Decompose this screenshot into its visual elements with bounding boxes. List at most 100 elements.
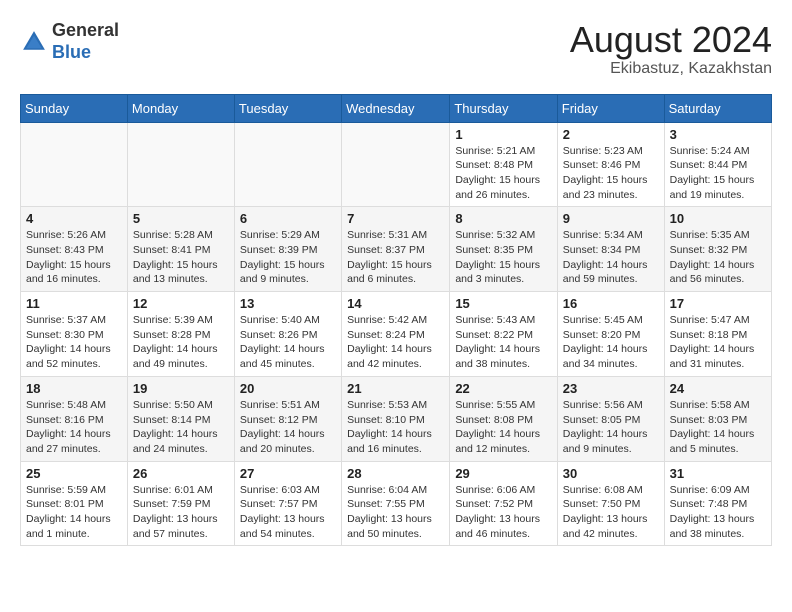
weekday-header: Thursday <box>450 94 557 122</box>
day-number: 15 <box>455 296 551 311</box>
cell-info: Sunrise: 6:01 AM Sunset: 7:59 PM Dayligh… <box>133 483 229 542</box>
logo-blue-text: Blue <box>52 42 91 62</box>
calendar-cell: 10 Sunrise: 5:35 AM Sunset: 8:32 PM Dayli… <box>664 207 771 292</box>
month-year: August 2024 <box>570 20 772 60</box>
calendar-cell: 26 Sunrise: 6:01 AM Sunset: 7:59 PM Dayli… <box>127 461 234 546</box>
calendar-cell <box>21 122 128 207</box>
cell-info: Sunrise: 5:34 AM Sunset: 8:34 PM Dayligh… <box>563 228 659 287</box>
cell-info: Sunrise: 5:29 AM Sunset: 8:39 PM Dayligh… <box>240 228 336 287</box>
day-number: 10 <box>670 211 766 226</box>
calendar-cell: 7 Sunrise: 5:31 AM Sunset: 8:37 PM Daylig… <box>342 207 450 292</box>
calendar-cell: 8 Sunrise: 5:32 AM Sunset: 8:35 PM Daylig… <box>450 207 557 292</box>
cell-info: Sunrise: 6:08 AM Sunset: 7:50 PM Dayligh… <box>563 483 659 542</box>
cell-info: Sunrise: 6:06 AM Sunset: 7:52 PM Dayligh… <box>455 483 551 542</box>
cell-info: Sunrise: 5:47 AM Sunset: 8:18 PM Dayligh… <box>670 313 766 372</box>
calendar-cell <box>234 122 341 207</box>
day-number: 9 <box>563 211 659 226</box>
calendar: SundayMondayTuesdayWednesdayThursdayFrid… <box>20 94 772 547</box>
calendar-cell: 30 Sunrise: 6:08 AM Sunset: 7:50 PM Dayli… <box>557 461 664 546</box>
cell-info: Sunrise: 5:28 AM Sunset: 8:41 PM Dayligh… <box>133 228 229 287</box>
calendar-cell: 3 Sunrise: 5:24 AM Sunset: 8:44 PM Daylig… <box>664 122 771 207</box>
cell-info: Sunrise: 5:48 AM Sunset: 8:16 PM Dayligh… <box>26 398 122 457</box>
day-number: 26 <box>133 466 229 481</box>
cell-info: Sunrise: 5:50 AM Sunset: 8:14 PM Dayligh… <box>133 398 229 457</box>
cell-info: Sunrise: 5:45 AM Sunset: 8:20 PM Dayligh… <box>563 313 659 372</box>
cell-info: Sunrise: 6:09 AM Sunset: 7:48 PM Dayligh… <box>670 483 766 542</box>
cell-info: Sunrise: 5:39 AM Sunset: 8:28 PM Dayligh… <box>133 313 229 372</box>
cell-info: Sunrise: 6:03 AM Sunset: 7:57 PM Dayligh… <box>240 483 336 542</box>
calendar-cell: 20Sunrise: 5:51 AM Sunset: 8:12 PM Dayli… <box>234 376 341 461</box>
cell-info: Sunrise: 5:51 AM Sunset: 8:12 PM Dayligh… <box>240 398 336 457</box>
calendar-cell: 25 Sunrise: 5:59 AM Sunset: 8:01 PM Dayli… <box>21 461 128 546</box>
day-number: 11 <box>26 296 122 311</box>
cell-info: Sunrise: 5:31 AM Sunset: 8:37 PM Dayligh… <box>347 228 444 287</box>
cell-info: Sunrise: 5:42 AM Sunset: 8:24 PM Dayligh… <box>347 313 444 372</box>
day-number: 28 <box>347 466 444 481</box>
day-number: 1 <box>455 127 551 142</box>
calendar-cell <box>342 122 450 207</box>
calendar-cell: 12 Sunrise: 5:39 AM Sunset: 8:28 PM Dayli… <box>127 292 234 377</box>
day-number: 2 <box>563 127 659 142</box>
calendar-week-row: 25 Sunrise: 5:59 AM Sunset: 8:01 PM Dayli… <box>21 461 772 546</box>
weekday-header: Tuesday <box>234 94 341 122</box>
cell-info: Sunrise: 5:59 AM Sunset: 8:01 PM Dayligh… <box>26 483 122 542</box>
weekday-header: Monday <box>127 94 234 122</box>
cell-info: Sunrise: 5:35 AM Sunset: 8:32 PM Dayligh… <box>670 228 766 287</box>
calendar-cell: 2 Sunrise: 5:23 AM Sunset: 8:46 PM Daylig… <box>557 122 664 207</box>
calendar-cell: 16 Sunrise: 5:45 AM Sunset: 8:20 PM Dayli… <box>557 292 664 377</box>
calendar-cell: 31 Sunrise: 6:09 AM Sunset: 7:48 PM Dayli… <box>664 461 771 546</box>
calendar-cell: 22 Sunrise: 5:55 AM Sunset: 8:08 PM Dayli… <box>450 376 557 461</box>
calendar-cell: 18 Sunrise: 5:48 AM Sunset: 8:16 PM Dayli… <box>21 376 128 461</box>
cell-info: Sunrise: 5:43 AM Sunset: 8:22 PM Dayligh… <box>455 313 551 372</box>
cell-info: Sunrise: 5:40 AM Sunset: 8:26 PM Dayligh… <box>240 313 336 372</box>
calendar-cell <box>127 122 234 207</box>
cell-info: Sunrise: 5:23 AM Sunset: 8:46 PM Dayligh… <box>563 144 659 203</box>
calendar-cell: 1Sunrise: 5:21 AM Sunset: 8:48 PM Daylig… <box>450 122 557 207</box>
page: General Blue August 2024 Ekibastuz, Kaza… <box>0 0 792 556</box>
logo: General Blue <box>20 20 119 63</box>
day-number: 6 <box>240 211 336 226</box>
calendar-cell: 4Sunrise: 5:26 AM Sunset: 8:43 PM Daylig… <box>21 207 128 292</box>
title-block: August 2024 Ekibastuz, Kazakhstan <box>570 20 772 78</box>
logo-icon <box>20 28 48 56</box>
weekday-header-row: SundayMondayTuesdayWednesdayThursdayFrid… <box>21 94 772 122</box>
day-number: 19 <box>133 381 229 396</box>
cell-info: Sunrise: 6:04 AM Sunset: 7:55 PM Dayligh… <box>347 483 444 542</box>
day-number: 31 <box>670 466 766 481</box>
cell-info: Sunrise: 5:58 AM Sunset: 8:03 PM Dayligh… <box>670 398 766 457</box>
calendar-cell: 23Sunrise: 5:56 AM Sunset: 8:05 PM Dayli… <box>557 376 664 461</box>
day-number: 8 <box>455 211 551 226</box>
day-number: 25 <box>26 466 122 481</box>
day-number: 16 <box>563 296 659 311</box>
day-number: 21 <box>347 381 444 396</box>
day-number: 4 <box>26 211 122 226</box>
calendar-cell: 9 Sunrise: 5:34 AM Sunset: 8:34 PM Daylig… <box>557 207 664 292</box>
calendar-cell: 11 Sunrise: 5:37 AM Sunset: 8:30 PM Dayli… <box>21 292 128 377</box>
day-number: 22 <box>455 381 551 396</box>
calendar-week-row: 18 Sunrise: 5:48 AM Sunset: 8:16 PM Dayli… <box>21 376 772 461</box>
day-number: 18 <box>26 381 122 396</box>
day-number: 12 <box>133 296 229 311</box>
calendar-cell: 24 Sunrise: 5:58 AM Sunset: 8:03 PM Dayli… <box>664 376 771 461</box>
calendar-cell: 19 Sunrise: 5:50 AM Sunset: 8:14 PM Dayli… <box>127 376 234 461</box>
day-number: 30 <box>563 466 659 481</box>
location: Ekibastuz, Kazakhstan <box>570 60 772 78</box>
cell-info: Sunrise: 5:32 AM Sunset: 8:35 PM Dayligh… <box>455 228 551 287</box>
day-number: 7 <box>347 211 444 226</box>
calendar-week-row: 11 Sunrise: 5:37 AM Sunset: 8:30 PM Dayli… <box>21 292 772 377</box>
calendar-week-row: 1Sunrise: 5:21 AM Sunset: 8:48 PM Daylig… <box>21 122 772 207</box>
weekday-header: Sunday <box>21 94 128 122</box>
day-number: 14 <box>347 296 444 311</box>
calendar-cell: 27Sunrise: 6:03 AM Sunset: 7:57 PM Dayli… <box>234 461 341 546</box>
day-number: 13 <box>240 296 336 311</box>
day-number: 3 <box>670 127 766 142</box>
calendar-cell: 5 Sunrise: 5:28 AM Sunset: 8:41 PM Daylig… <box>127 207 234 292</box>
calendar-cell: 21 Sunrise: 5:53 AM Sunset: 8:10 PM Dayli… <box>342 376 450 461</box>
cell-info: Sunrise: 5:53 AM Sunset: 8:10 PM Dayligh… <box>347 398 444 457</box>
calendar-week-row: 4Sunrise: 5:26 AM Sunset: 8:43 PM Daylig… <box>21 207 772 292</box>
cell-info: Sunrise: 5:24 AM Sunset: 8:44 PM Dayligh… <box>670 144 766 203</box>
cell-info: Sunrise: 5:37 AM Sunset: 8:30 PM Dayligh… <box>26 313 122 372</box>
cell-info: Sunrise: 5:55 AM Sunset: 8:08 PM Dayligh… <box>455 398 551 457</box>
day-number: 24 <box>670 381 766 396</box>
day-number: 5 <box>133 211 229 226</box>
